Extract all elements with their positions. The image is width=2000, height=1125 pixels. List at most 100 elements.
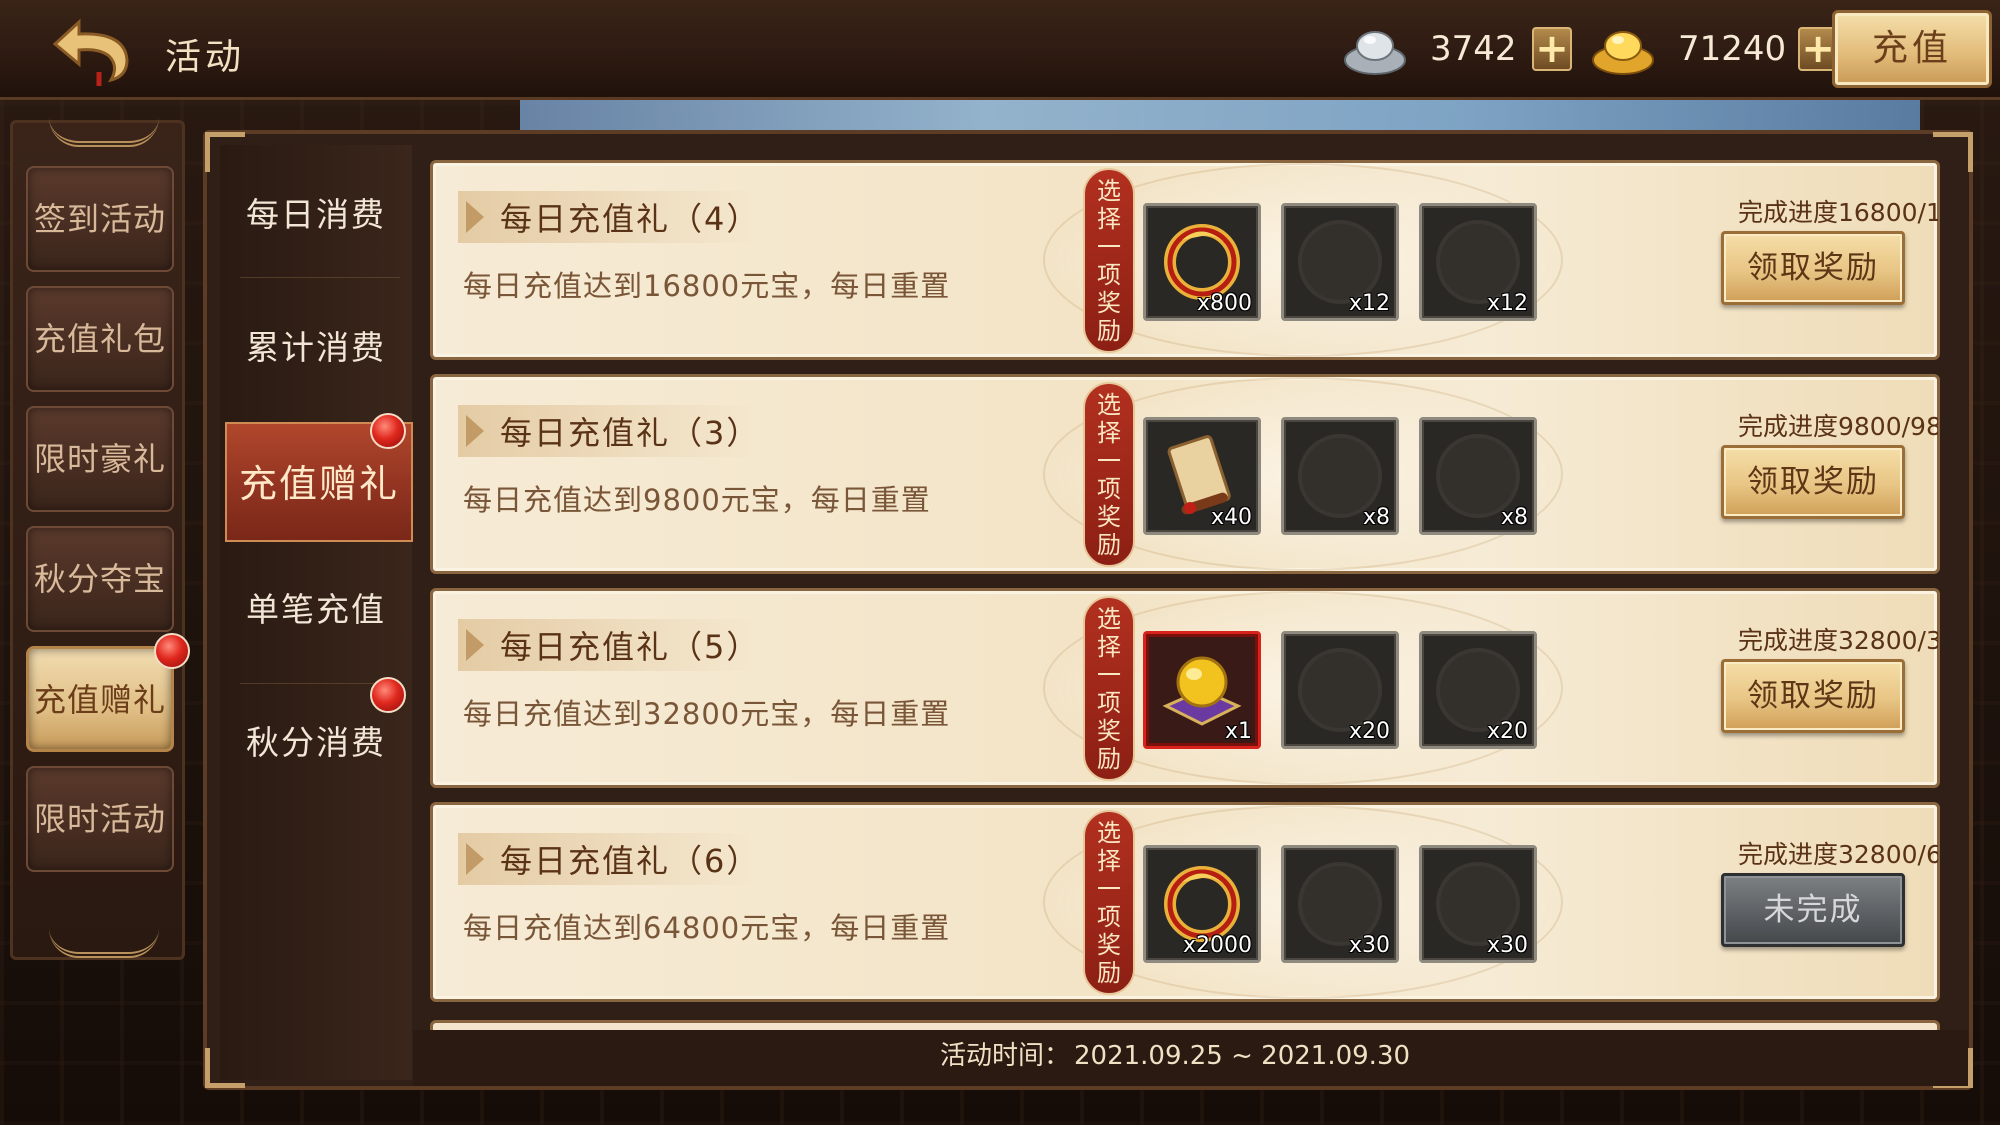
- select-one-reward-tag: 选 择 一 项 奖 励: [1083, 596, 1135, 781]
- triangle-marker-icon: [466, 843, 484, 875]
- triangle-marker-icon: [466, 415, 484, 447]
- tab-divider: [240, 277, 400, 278]
- row-title: 每日充值礼（4）: [500, 200, 761, 238]
- tag-char: 项: [1097, 474, 1121, 503]
- row-description: 每日充值达到64800元宝，每日重置: [463, 911, 951, 945]
- row-title-banner: 每日充值礼（5）: [458, 619, 758, 671]
- scenic-strip: [520, 100, 1920, 130]
- reward-item-slot[interactable]: x12: [1281, 203, 1399, 321]
- row-description: 每日充值达到16800元宝，每日重置: [463, 269, 951, 303]
- triangle-marker-icon: [466, 201, 484, 233]
- row-title: 每日充值礼（6）: [500, 842, 761, 880]
- tag-char: 项: [1097, 902, 1121, 931]
- item-quantity: x20: [1486, 719, 1528, 744]
- gold-ingot-icon: [1592, 31, 1654, 75]
- item-quantity: x2000: [1182, 933, 1252, 958]
- row-title: 每日充值礼（5）: [500, 628, 761, 666]
- progress-text: 完成进度9800/98: [1738, 412, 1938, 441]
- reward-row: 每日充值礼（6） 每日充值达到64800元宝，每日重置 选 择 一 项 奖 励 …: [430, 802, 1940, 1002]
- reward-item-slot[interactable]: x1: [1143, 631, 1261, 749]
- tag-char: 项: [1097, 688, 1121, 717]
- subtab-column: 每日消费 累计消费 充值赠礼 单笔充值 秋分消费: [220, 145, 413, 1080]
- tag-char: 奖: [1097, 288, 1121, 317]
- reward-item-slot[interactable]: x2000: [1143, 845, 1261, 963]
- tab-daily-spend[interactable]: 每日消费: [220, 155, 412, 275]
- item-quantity: x8: [1362, 505, 1390, 530]
- add-silver-button[interactable]: +: [1532, 27, 1572, 71]
- reward-row: 每日充值礼（3） 每日充值达到9800元宝，每日重置 选 择 一 项 奖 励 x…: [430, 374, 1940, 574]
- row-title-banner: 每日充值礼（3）: [458, 405, 758, 457]
- progress-text: 完成进度32800/6: [1738, 840, 1938, 869]
- item-quantity: x30: [1348, 933, 1390, 958]
- row-title-banner: 每日充值礼（4）: [458, 191, 758, 243]
- claim-reward-button[interactable]: 领取奖励: [1721, 659, 1905, 733]
- claim-reward-button[interactable]: 领取奖励: [1721, 445, 1905, 519]
- notification-badge: [370, 413, 406, 449]
- item-quantity: x40: [1210, 505, 1252, 530]
- triangle-marker-icon: [466, 629, 484, 661]
- bottom-ornament: [49, 928, 159, 958]
- progress-text: 完成进度32800/3: [1738, 626, 1938, 655]
- gold-currency: 71240 +: [1588, 18, 1839, 80]
- reward-item-slot[interactable]: x800: [1143, 203, 1261, 321]
- reward-item-slot[interactable]: x20: [1419, 631, 1537, 749]
- sidebar-item-recharge-gift[interactable]: 充值赠礼: [26, 646, 174, 752]
- silver-amount: 3742: [1430, 29, 1517, 69]
- reward-item-slot[interactable]: x40: [1143, 417, 1261, 535]
- back-arrow-icon: [52, 18, 129, 86]
- row-title-banner: 每日充值礼（6）: [458, 833, 758, 885]
- tab-single-recharge[interactable]: 单笔充值: [220, 550, 412, 670]
- reward-item-slot[interactable]: x30: [1419, 845, 1537, 963]
- row-title: 每日充值礼（3）: [500, 414, 761, 452]
- gold-amount: 71240: [1678, 29, 1787, 69]
- tag-char: 选: [1097, 176, 1121, 205]
- tag-char: 项: [1097, 260, 1121, 289]
- silver-ingot-icon: [1344, 31, 1406, 75]
- top-ornament: [49, 117, 159, 147]
- tag-char: 择: [1097, 204, 1121, 233]
- tag-char: 选: [1097, 818, 1121, 847]
- row-description: 每日充值达到9800元宝，每日重置: [463, 483, 931, 517]
- tag-char: 励: [1097, 744, 1121, 773]
- tag-char: 一: [1097, 874, 1121, 903]
- event-time: 活动时间： 2021.09.25 ~ 2021.09.30: [413, 1035, 1933, 1072]
- sidebar-item-limited-event[interactable]: 限时活动: [26, 766, 174, 872]
- item-quantity: x8: [1500, 505, 1528, 530]
- item-quantity: x12: [1348, 291, 1390, 316]
- reward-item-slot[interactable]: x20: [1281, 631, 1399, 749]
- claim-reward-button[interactable]: 领取奖励: [1721, 231, 1905, 305]
- tag-char: 择: [1097, 632, 1121, 661]
- tag-char: 择: [1097, 418, 1121, 447]
- activity-sidebar: 签到活动 充值礼包 限时豪礼 秋分夺宝 充值赠礼 限时活动: [10, 120, 185, 960]
- select-one-reward-tag: 选 择 一 项 奖 励: [1083, 382, 1135, 567]
- reward-item-slot[interactable]: x8: [1419, 417, 1537, 535]
- sidebar-item-limited-gift[interactable]: 限时豪礼: [26, 406, 174, 512]
- tag-char: 奖: [1097, 930, 1121, 959]
- incomplete-button[interactable]: 未完成: [1721, 873, 1905, 947]
- event-time-label: 活动时间：: [939, 1041, 1070, 1071]
- back-button[interactable]: [44, 14, 140, 86]
- tag-char: 奖: [1097, 716, 1121, 745]
- notification-badge: [370, 677, 406, 713]
- reward-row: 每日充值礼（5） 每日充值达到32800元宝，每日重置 选 择 一 项 奖 励 …: [430, 588, 1940, 788]
- tab-cumulative-spend[interactable]: 累计消费: [220, 288, 412, 408]
- reward-item-slot[interactable]: x12: [1419, 203, 1537, 321]
- tag-char: 选: [1097, 604, 1121, 633]
- tag-char: 一: [1097, 660, 1121, 689]
- item-quantity: x1: [1224, 719, 1252, 744]
- sidebar-item-recharge-pack[interactable]: 充值礼包: [26, 286, 174, 392]
- event-time-range: 2021.09.25 ~ 2021.09.30: [1073, 1041, 1411, 1071]
- recharge-button[interactable]: 充值: [1832, 10, 1992, 88]
- reward-row: 每日充值礼（4） 每日充值达到16800元宝，每日重置 选 择 一 项 奖 励 …: [430, 160, 1940, 360]
- item-quantity: x12: [1486, 291, 1528, 316]
- row-description: 每日充值达到32800元宝，每日重置: [463, 697, 951, 731]
- sidebar-item-autumn-treasure[interactable]: 秋分夺宝: [26, 526, 174, 632]
- silver-currency: 3742 +: [1340, 18, 1572, 80]
- sidebar-item-signin[interactable]: 签到活动: [26, 166, 174, 272]
- tag-char: 励: [1097, 316, 1121, 345]
- reward-item-slot[interactable]: x30: [1281, 845, 1399, 963]
- reward-item-slot[interactable]: x8: [1281, 417, 1399, 535]
- tag-char: 选: [1097, 390, 1121, 419]
- page-title: 活动: [165, 37, 246, 78]
- notification-badge: [154, 633, 190, 669]
